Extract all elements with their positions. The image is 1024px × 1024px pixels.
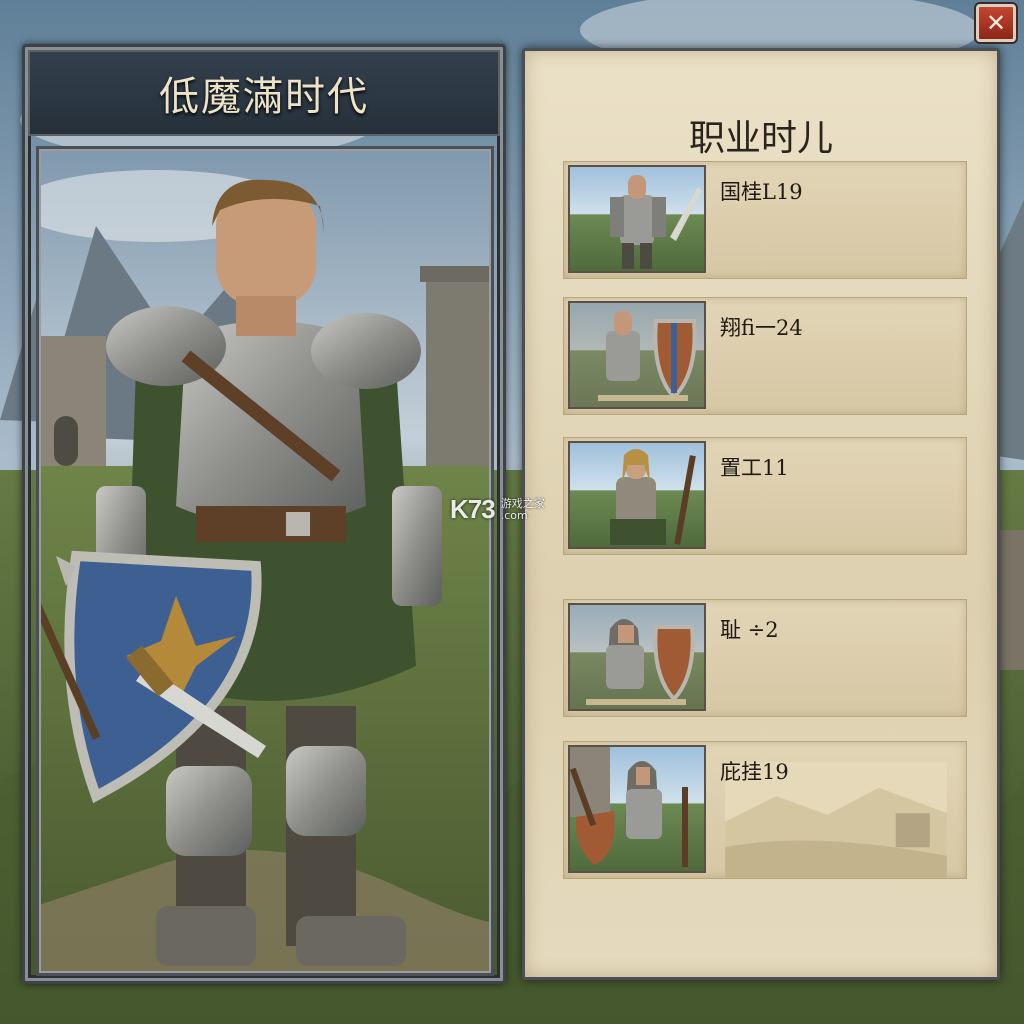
class-thumbnail — [568, 745, 706, 873]
class-panel-title: 职业时儿 — [688, 118, 833, 159]
site-watermark: K73 游戏之家 .com — [450, 494, 545, 525]
watermark-line1: 游戏之家 — [500, 496, 545, 510]
watermark-line2: .com — [500, 508, 528, 522]
class-card[interactable]: 置工11 — [563, 437, 967, 555]
class-label: 翔fi一24 — [720, 316, 803, 340]
hero-title-bar: 低魔滿时代 — [28, 50, 500, 136]
class-card[interactable]: 国桂L19 — [563, 161, 967, 279]
class-thumbnail — [568, 301, 706, 409]
class-thumbnail — [568, 603, 706, 711]
close-icon: ✕ — [985, 9, 1007, 37]
class-panel: 职业时儿 国桂L19 翔fi一24 置工11 耻 ÷2 庇挂19 — [522, 48, 1000, 980]
class-label: 国桂L19 — [720, 180, 803, 204]
hero-panel-title: 低魔滿时代 — [159, 74, 369, 120]
class-thumbnail — [568, 165, 706, 273]
class-label: 置工11 — [720, 456, 789, 480]
class-thumbnail — [568, 441, 706, 549]
class-label: 庇挂19 — [720, 760, 789, 784]
class-card[interactable]: 翔fi一24 — [563, 297, 967, 415]
close-button[interactable]: ✕ — [976, 4, 1016, 42]
class-card[interactable]: 耻 ÷2 — [563, 599, 967, 717]
class-label: 耻 ÷2 — [720, 618, 779, 642]
watermark-logo: K73 — [450, 494, 496, 524]
portrait-frame — [36, 146, 494, 976]
class-card[interactable]: 庇挂19 — [563, 741, 967, 879]
